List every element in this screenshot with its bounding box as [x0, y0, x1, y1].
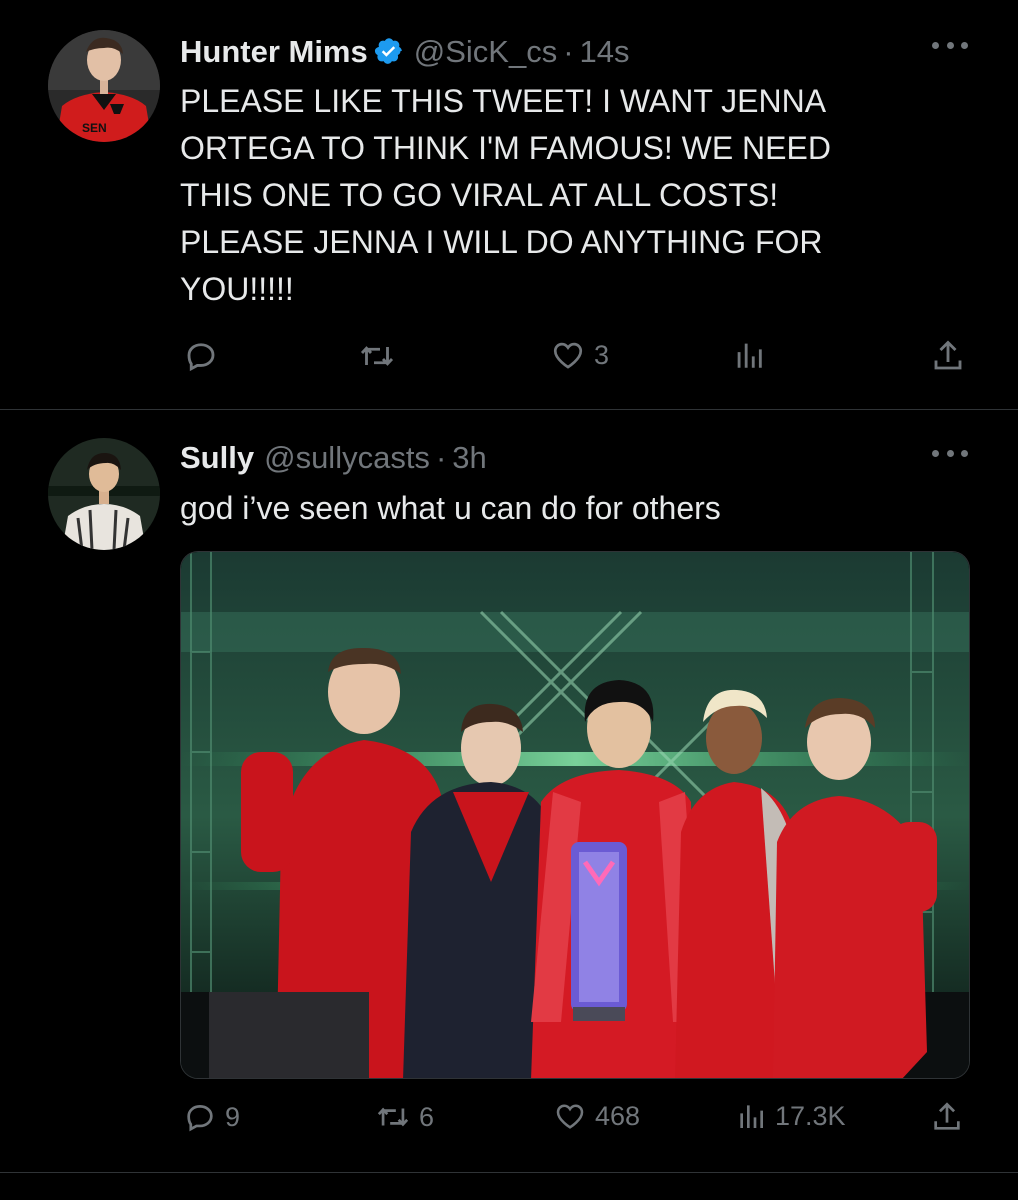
- tweet-text-line: god i’ve seen what u can do for others: [180, 490, 721, 526]
- views-count: 17.3K: [775, 1100, 846, 1131]
- tweet-1[interactable]: SEN Hunter Mims @SicK_cs · 14s PLEASE LI…: [0, 0, 1018, 409]
- share-button[interactable]: [930, 1100, 964, 1134]
- retweet-button[interactable]: [358, 338, 396, 374]
- more-icon[interactable]: [932, 450, 968, 460]
- like-count: 468: [595, 1100, 641, 1131]
- separator-dot: ·: [435, 440, 447, 475]
- timestamp[interactable]: 3h: [452, 440, 486, 476]
- avatar-logo-text: SEN: [82, 121, 107, 135]
- reply-button[interactable]: [183, 338, 219, 374]
- user-handle[interactable]: @sullycasts: [264, 440, 430, 476]
- tweet-actions: 9 6 468 17.3K: [0, 1100, 1018, 1140]
- share-icon: [930, 1100, 964, 1134]
- tweet-text-line: THIS ONE TO GO VIRAL AT ALL COSTS!: [180, 177, 779, 213]
- avatar-sully[interactable]: [48, 438, 160, 550]
- tweet-text: PLEASE LIKE THIS TWEET! I WANT JENNA ORT…: [180, 78, 831, 313]
- like-count: 3: [594, 339, 610, 370]
- like-button[interactable]: 3: [550, 338, 609, 372]
- like-button[interactable]: 468: [553, 1100, 640, 1132]
- reply-count: 9: [225, 1101, 241, 1132]
- share-button[interactable]: [930, 338, 966, 374]
- tweet-actions: 3: [0, 338, 1018, 378]
- reply-button[interactable]: 9: [183, 1100, 240, 1134]
- tweet-text-line: ORTEGA TO THINK I'M FAMOUS! WE NEED: [180, 130, 831, 166]
- user-handle[interactable]: @SicK_cs: [414, 34, 557, 70]
- timestamp[interactable]: 14s: [580, 34, 630, 70]
- more-icon[interactable]: [932, 42, 968, 52]
- views-button[interactable]: 17.3K: [735, 1100, 846, 1132]
- display-name[interactable]: Hunter Mims: [180, 34, 368, 70]
- display-name[interactable]: Sully: [180, 440, 254, 476]
- reply-icon: [183, 1100, 217, 1134]
- share-icon: [930, 338, 966, 374]
- verified-badge-icon: [374, 36, 404, 66]
- views-icon: [735, 1100, 767, 1132]
- like-icon: [550, 338, 586, 372]
- tweet-header: Hunter Mims @SicK_cs · 14s: [180, 32, 630, 70]
- tweet-text-line: PLEASE LIKE THIS TWEET! I WANT JENNA: [180, 83, 827, 119]
- avatar-hunter-mims[interactable]: SEN: [48, 30, 160, 142]
- reply-icon: [183, 338, 219, 374]
- tweet-text-line: YOU!!!!!: [180, 271, 294, 307]
- retweet-icon: [358, 338, 396, 374]
- tweet-divider: [0, 1172, 1018, 1173]
- retweet-icon: [375, 1100, 411, 1134]
- views-button[interactable]: [732, 338, 766, 372]
- tweet-text: god i’ve seen what u can do for others: [180, 485, 721, 532]
- views-icon: [732, 338, 766, 372]
- retweet-count: 6: [419, 1101, 435, 1132]
- like-icon: [553, 1100, 587, 1132]
- tweet-text-line: PLEASE JENNA I WILL DO ANYTHING FOR: [180, 224, 823, 260]
- separator-dot: ·: [563, 34, 574, 69]
- tweet-media-photo[interactable]: [180, 551, 970, 1079]
- retweet-button[interactable]: 6: [375, 1100, 434, 1134]
- tweet-header: Sully @sullycasts · 3h: [180, 440, 487, 476]
